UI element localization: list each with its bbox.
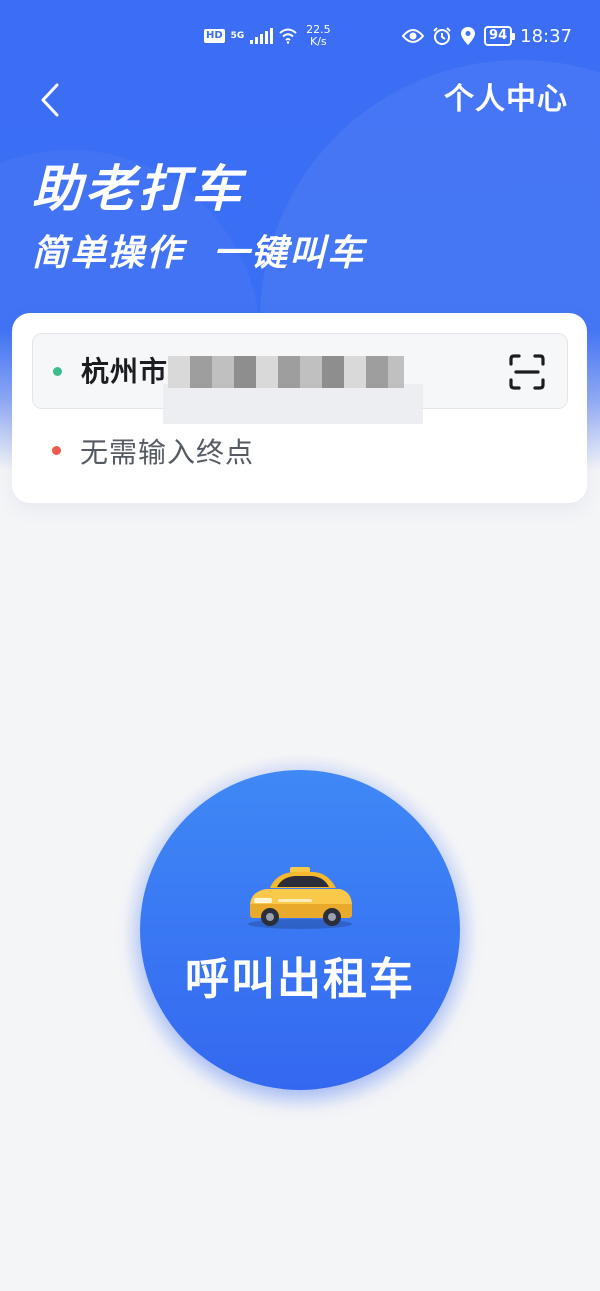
network-speed-unit: K/s (310, 35, 327, 48)
destination-placeholder: 无需输入终点 (80, 436, 255, 469)
taxi-icon (248, 867, 352, 929)
battery-indicator: 94 (484, 26, 516, 46)
personal-center-link[interactable]: 个人中心 (444, 80, 568, 120)
page-title: 助老打车 (32, 160, 244, 218)
end-dot (52, 446, 61, 455)
start-location-field[interactable]: 杭州市 (32, 333, 568, 424)
status-bar: HD 5G 22.5 K/s 94 18:37 (0, 0, 600, 72)
address-card: 杭州市 无需输入终点 (12, 313, 587, 503)
wifi-icon (279, 28, 297, 44)
back-button[interactable] (28, 78, 72, 122)
redacted-address-blur (163, 384, 423, 424)
status-right-group: 94 18:37 (402, 24, 572, 48)
chevron-left-icon (41, 83, 59, 117)
page-subtitle: 简单操作 一键叫车 (32, 233, 366, 274)
call-taxi-button[interactable]: 呼叫出租车 (140, 770, 460, 1090)
signal-icon (250, 28, 274, 44)
start-location-text: 杭州市 (81, 355, 169, 388)
network-speed: 22.5 K/s (303, 24, 333, 48)
status-time: 18:37 (520, 25, 572, 47)
destination-field[interactable]: 无需输入终点 (32, 423, 568, 483)
eye-icon (402, 29, 425, 43)
scan-icon[interactable] (507, 352, 547, 392)
start-dot (53, 367, 62, 376)
location-icon (461, 27, 476, 45)
call-taxi-label: 呼叫出租车 (185, 954, 415, 1005)
hd-badge: HD (204, 29, 225, 43)
network-type: 5G (230, 30, 245, 41)
alarm-icon (433, 27, 451, 45)
redacted-address (168, 356, 404, 388)
status-left-group: HD 5G 22.5 K/s (204, 22, 333, 50)
